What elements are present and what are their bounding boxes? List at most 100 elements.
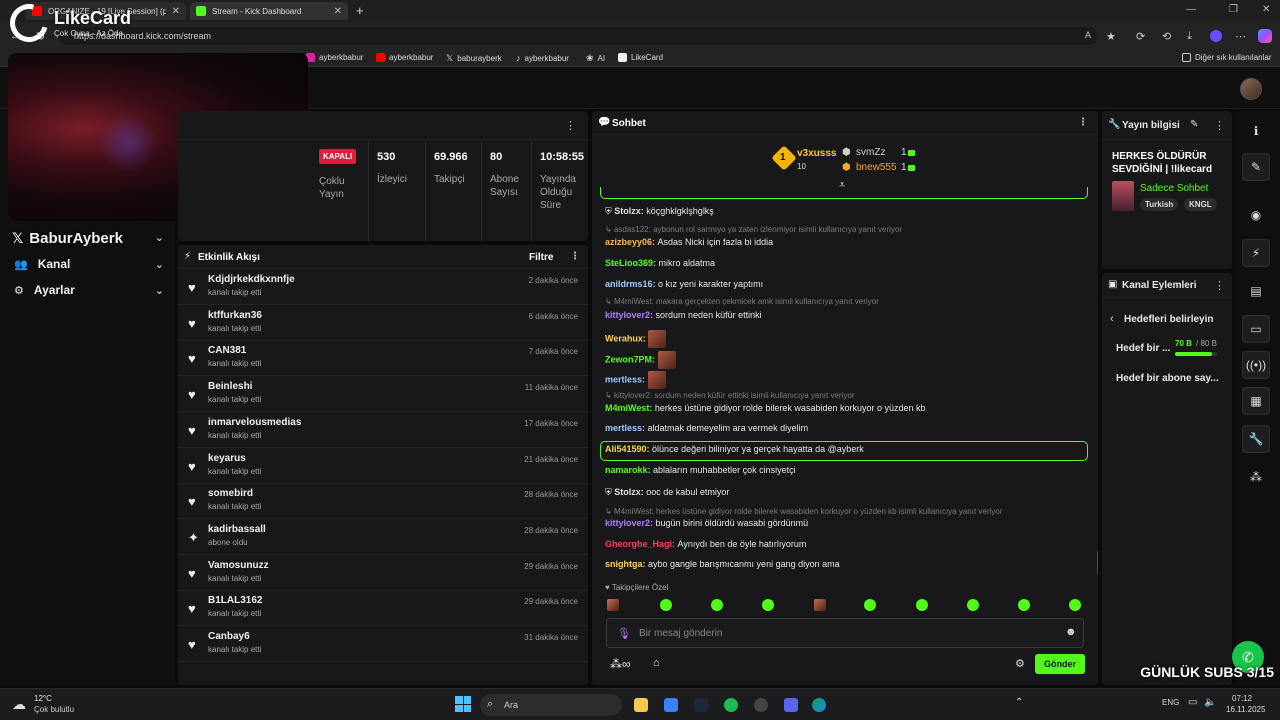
chat-username[interactable]: namarokk <box>605 465 648 475</box>
tag-pill[interactable]: KNGL <box>1184 198 1217 211</box>
activity-feed-row[interactable]: ♥ Beinleshi kanalı takip etti 11 dakika önc… <box>178 376 588 413</box>
clock-date[interactable]: 16.11.2025 <box>1226 705 1265 714</box>
extensions-icon[interactable]: ⟳ <box>1136 30 1145 43</box>
new-tab-button[interactable]: + <box>356 3 364 18</box>
more-options-icon[interactable]: ⋮ <box>1214 279 1225 292</box>
chat-message[interactable]: mertless: <box>605 371 666 389</box>
bookmark-tiktok[interactable]: ♪ ayberkbabur <box>516 53 569 63</box>
quick-emote-button[interactable] <box>814 599 826 611</box>
activity-feed-row[interactable]: ♥ B1LAL3162 kanalı takip etti 29 dakika önc… <box>178 590 588 627</box>
spotify-icon[interactable] <box>724 698 738 712</box>
activity-feed-row[interactable]: ♥ Kdjdjrkekdkxnnfje kanalı takip etti 2 dak… <box>178 269 588 305</box>
user-avatar[interactable] <box>1240 78 1262 100</box>
weather-temp[interactable]: 12°C <box>34 694 52 703</box>
steam-icon[interactable] <box>694 698 708 712</box>
wrench-icon[interactable]: 🔧 <box>1242 425 1270 453</box>
chat-message[interactable]: ⛨ Stolzx: köçghklgklşhglkş <box>605 206 714 217</box>
quick-emote-button[interactable] <box>1069 599 1081 611</box>
chat-username[interactable]: mertless <box>605 374 642 384</box>
tag-pill[interactable]: Turkish <box>1140 198 1179 211</box>
chat-message[interactable]: kittylover2: sordum neden küfür ettinki <box>605 310 762 320</box>
quick-emote-button[interactable] <box>711 599 723 611</box>
sidebar-item-kanal[interactable]: 👥 Kanal ⌄ <box>14 257 164 271</box>
close-window-icon[interactable]: ✕ <box>1262 4 1270 15</box>
photos-icon[interactable] <box>664 698 678 712</box>
clipboard-icon[interactable]: ▤ <box>1242 277 1270 305</box>
bookmark-youtube[interactable]: ayberkbabur <box>376 53 433 62</box>
quick-emote-button[interactable] <box>607 599 619 611</box>
goals-title[interactable]: Hedefleri belirleyin <box>1124 314 1213 325</box>
info-icon[interactable]: ℹ <box>1242 117 1270 145</box>
activity-feed-row[interactable]: ♥ keyarus kanalı takip etti 21 dakika önce <box>178 448 588 484</box>
camera-icon[interactable]: ◉ <box>1242 201 1270 229</box>
chevron-left-icon[interactable]: ‹ <box>1110 313 1114 325</box>
chat-username[interactable]: Zewon7PM <box>605 354 652 364</box>
close-tab-icon[interactable]: ✕ <box>172 6 180 17</box>
bookmark-instagram[interactable]: ayberkbabur <box>306 53 363 62</box>
network-icon[interactable]: ▭ <box>1188 697 1197 708</box>
chat-username[interactable]: anildrms16 <box>605 279 653 289</box>
category-link[interactable]: Sadece Sohbet <box>1140 183 1208 194</box>
chat-bubble-icon[interactable]: ▭ <box>1242 315 1270 343</box>
chat-input-box[interactable]: 🎙 Bir mesaj gönderin ☻ <box>606 618 1084 648</box>
shop-icon[interactable]: ⌂ <box>653 657 660 669</box>
edit-pencil-icon[interactable]: ✎ <box>1242 153 1270 181</box>
download-icon[interactable]: ⤓ <box>1187 30 1192 43</box>
volume-icon[interactable]: 🔈 <box>1204 697 1216 708</box>
chat-username[interactable]: snightga <box>605 559 643 569</box>
copilot-icon[interactable] <box>1258 29 1272 43</box>
chat-username[interactable]: Ali541590 <box>605 444 647 454</box>
more-options-icon[interactable]: ⋮ <box>1214 119 1225 132</box>
lightning-icon[interactable]: ⚡ <box>1242 239 1270 267</box>
points-icon[interactable]: ⁂ <box>1242 463 1270 491</box>
send-message-button[interactable]: Gönder <box>1035 654 1085 674</box>
menu-dots-icon[interactable]: ⋯ <box>1235 30 1246 43</box>
minimize-icon[interactable]: — <box>1186 4 1196 15</box>
obs-icon[interactable] <box>754 698 768 712</box>
chat-username[interactable]: azizbeyy06 <box>605 237 652 247</box>
quick-emote-button[interactable] <box>762 599 774 611</box>
bookmark-likecard[interactable]: LikeCard <box>618 53 663 62</box>
sidebar-item-ayarlar[interactable]: ⚙ Ayarlar ⌄ <box>14 283 164 297</box>
activity-feed-row[interactable]: ♥ ktffurkan36 kanalı takip etti 6 dakika ön… <box>178 305 588 341</box>
microphone-icon[interactable]: 🎙 <box>617 627 631 640</box>
layout-icon[interactable]: ▦ <box>1242 387 1270 415</box>
broadcast-icon[interactable]: ((•)) <box>1242 351 1270 379</box>
chat-message[interactable]: azizbeyy06: Asdas Nicki için fazla bi id… <box>605 237 773 247</box>
filter-button[interactable]: Filtre <box>529 252 553 263</box>
activity-feed-row[interactable]: ♥ somebird kanalı takip etti 28 dakika önce <box>178 483 588 520</box>
chat-message[interactable]: mertless: aldatmak demeyelim ara vermek … <box>605 423 808 433</box>
more-options-icon[interactable]: ⋮ <box>1078 117 1088 128</box>
chat-message[interactable]: namarokk: ablaların muhabbetler çok cins… <box>605 465 796 475</box>
chat-message[interactable]: kittylover2: bugün birini öldürdü wasabi… <box>605 518 808 528</box>
chat-username[interactable]: kittylover2 <box>605 310 650 320</box>
quick-emote-button[interactable] <box>967 599 979 611</box>
activity-feed-row[interactable]: ♥ inmarvelousmedias kanalı takip etti 17 da… <box>178 412 588 448</box>
edit-pencil-icon[interactable]: ✎ <box>1190 119 1198 130</box>
emoji-picker-icon[interactable]: ☻ <box>1065 626 1077 638</box>
discord-icon[interactable] <box>784 698 798 712</box>
file-explorer-icon[interactable] <box>634 698 648 712</box>
chat-message[interactable]: Ali541590: ölünce değeri biliniyor ya ge… <box>605 444 864 454</box>
chat-message[interactable]: Zewon7PM: <box>605 351 676 369</box>
quick-emote-button[interactable] <box>864 599 876 611</box>
edge-icon[interactable] <box>812 698 826 712</box>
tray-chevron-icon[interactable]: ⌃ <box>1015 697 1023 708</box>
windows-start-icon[interactable] <box>455 696 471 712</box>
chat-username[interactable]: kittylover2 <box>605 518 650 528</box>
chat-message[interactable]: SteLioo369: mikro aldatma <box>605 258 715 268</box>
activity-feed-row[interactable]: ♥ CAN381 kanalı takip etti 7 dakika önce <box>178 340 588 377</box>
chat-username[interactable]: SteLioo369 <box>605 258 653 268</box>
chat-message[interactable]: M4miWest: herkes üstüne gidiyor rolde bi… <box>605 403 926 413</box>
chat-username[interactable]: Werahux <box>605 333 643 343</box>
browser-tab-kick-dashboard[interactable]: Stream - Kick Dashboard ✕ <box>190 2 348 20</box>
quick-emote-button[interactable] <box>916 599 928 611</box>
chat-message[interactable]: Gheorghe_Hagi: Aynıydı ben de öyle hatır… <box>605 539 806 549</box>
chat-username[interactable]: Gheorghe_Hagi <box>605 539 672 549</box>
goal-one-label[interactable]: Hedef bir ... <box>1116 343 1170 354</box>
chat-settings-gear-icon[interactable]: ⚙ <box>1015 657 1025 670</box>
chat-message[interactable]: Werahux: <box>605 330 667 348</box>
history-icon[interactable]: ⟲ <box>1162 30 1171 43</box>
more-options-icon[interactable]: ⋮ <box>570 251 580 262</box>
activity-feed-row[interactable]: ♥ Canbay6 kanalı takip etti 31 dakika önce <box>178 626 588 662</box>
